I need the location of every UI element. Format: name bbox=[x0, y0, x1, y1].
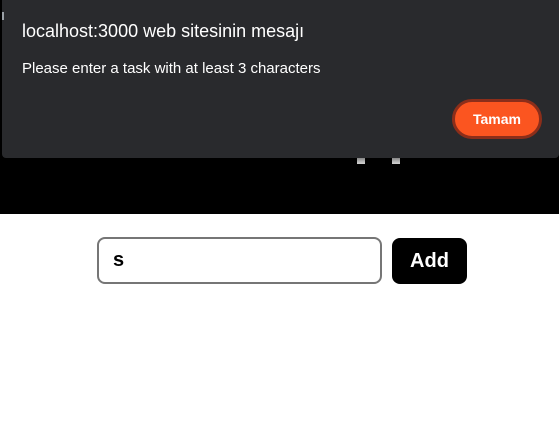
dialog-title: localhost:3000 web sitesinin mesajı bbox=[22, 21, 305, 41]
alert-dialog: localhost:3000 web sitesinin mesajı Plea… bbox=[2, 0, 559, 158]
dialog-ok-button[interactable]: Tamam bbox=[452, 99, 542, 139]
add-task-button[interactable]: Add bbox=[392, 238, 467, 284]
dialog-edge-mark bbox=[2, 12, 4, 20]
todo-form: Add bbox=[97, 237, 467, 285]
task-input[interactable] bbox=[97, 237, 382, 284]
dialog-message: Please enter a task with at least 3 char… bbox=[22, 60, 321, 77]
